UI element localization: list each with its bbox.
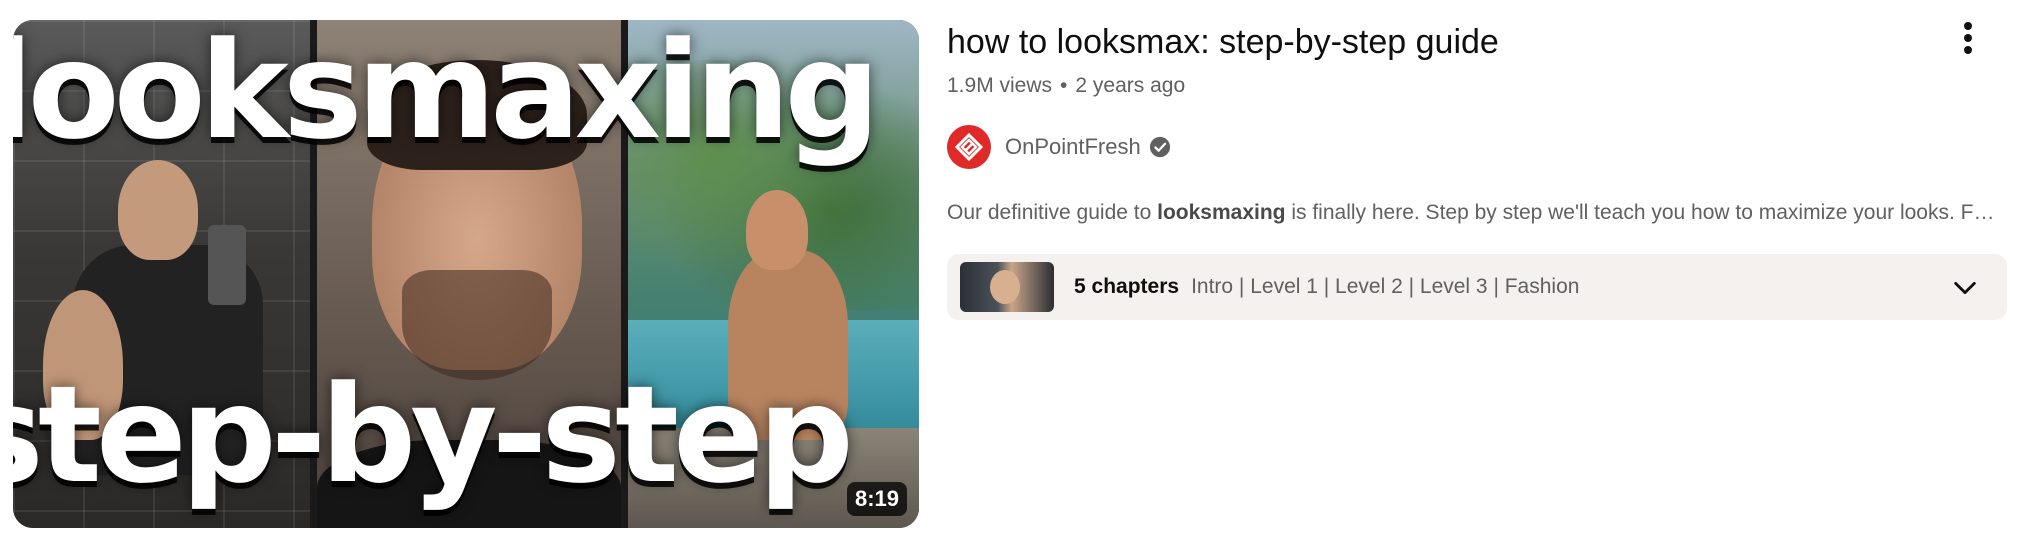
channel-logo-icon — [954, 132, 984, 162]
thumbnail-subtitle-text: step-by-step — [13, 357, 854, 513]
video-title[interactable]: how to looksmax: step-by-step guide — [947, 18, 2007, 66]
channel-row: OnPointFresh — [947, 124, 2007, 170]
video-result: looksmaxing step-by-step 8:19 how to loo… — [0, 0, 2026, 538]
thumbnail-title-text: looksmaxing — [13, 20, 880, 169]
chapters-panel[interactable]: 5 chapters Intro | Level 1 | Level 2 | L… — [947, 254, 2007, 320]
video-details: how to looksmax: step-by-step guide 1.9M… — [947, 18, 2007, 320]
description-text-start: Our definitive guide to — [947, 201, 1158, 224]
video-description: Our definitive guide to looksmaxing is f… — [947, 198, 2007, 228]
description-keyword: looksmaxing — [1157, 201, 1286, 224]
video-metadata: 1.9M views • 2 years ago — [947, 72, 2007, 100]
duration-badge: 8:19 — [846, 482, 907, 516]
channel-name[interactable]: OnPointFresh — [1005, 134, 1141, 160]
meta-separator: • — [1060, 74, 1068, 97]
chapters-count: 5 chapters — [1074, 275, 1180, 298]
more-actions-button[interactable] — [1950, 18, 1986, 58]
description-text-end: is finally here. Step by step we'll teac… — [1285, 201, 1995, 224]
chapter-thumbnail — [960, 262, 1054, 312]
more-vert-icon — [1964, 22, 1972, 54]
verified-check-icon — [1149, 136, 1170, 158]
video-thumbnail[interactable]: looksmaxing step-by-step 8:19 — [13, 20, 919, 528]
view-count: 1.9M views — [947, 74, 1053, 97]
upload-age: 2 years ago — [1075, 74, 1186, 97]
channel-avatar[interactable] — [947, 125, 991, 169]
chapters-list: Intro | Level 1 | Level 2 | Level 3 | Fa… — [1191, 275, 1580, 298]
chevron-down-icon[interactable] — [1951, 274, 1979, 302]
